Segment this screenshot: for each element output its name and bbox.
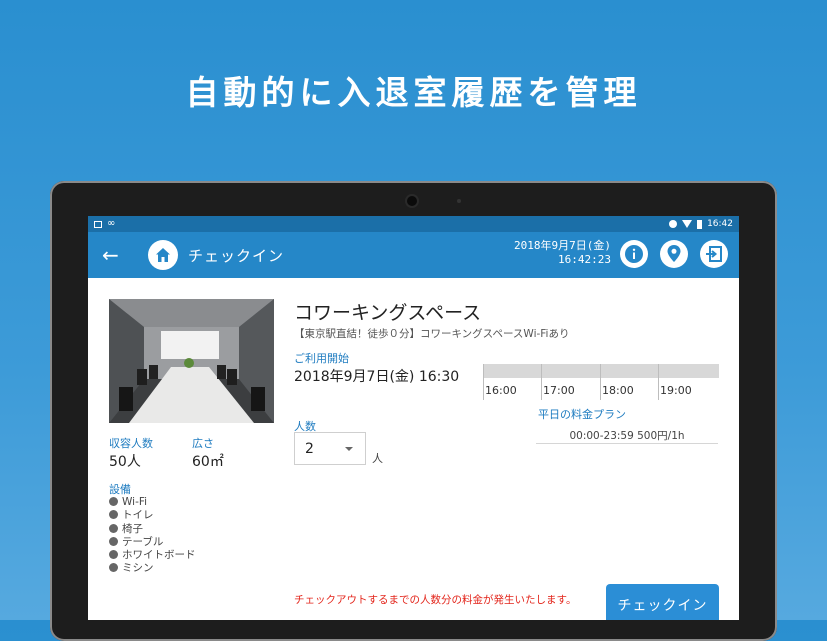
bullet-icon [109,523,118,533]
bullet-icon [109,536,118,546]
space-name: コワーキングスペース [294,302,482,324]
room-photo [109,299,274,423]
timeline-label: 16:00 [485,384,517,397]
equipment-list: Wi-Fi トイレ 椅子 テーブル ホワイトボード ミシン [109,496,196,576]
app-bar: ← チェックイン 2018年9月7日(金) 16:42:23 [88,232,739,278]
checkin-button[interactable]: チェックイン [606,584,719,620]
info-button[interactable] [620,240,648,268]
current-date: 2018年9月7日(金) [514,239,611,252]
area-value: 60㎡ [192,454,224,470]
list-item: テーブル [109,536,196,549]
main-content: 収容人数 50人 広さ 60㎡ 設備 Wi-Fi トイレ 椅子 テーブル ホワイ… [88,278,739,620]
list-item: トイレ [109,509,196,522]
timeline-tick [658,364,659,400]
people-count-value: 2 [305,440,314,457]
list-item: ホワイトボード [109,549,196,562]
charge-notice: チェックアウトするまでの人数分の料金が発生いたします。 [294,594,577,606]
location-button[interactable] [660,240,688,268]
bullet-icon [109,510,118,520]
tablet-screen: ∞ 16:42 ← チェックイン 2018年9月7日(金) 16:42:23 収… [88,216,739,620]
exit-button[interactable] [700,240,728,268]
space-description: 【東京駅直結！徒歩０分】コワーキングスペースWi-Fiあり [294,328,570,340]
list-item: ミシン [109,562,196,575]
image-notification-icon [94,220,102,228]
datetime-display: 2018年9月7日(金) 16:42:23 [514,239,611,267]
people-count-select[interactable]: 2 [294,432,366,465]
home-icon [156,248,170,262]
current-time: 16:42:23 [558,253,611,266]
area-label: 広さ [192,437,214,450]
location-pin-icon [667,245,681,262]
equipment-label: 設備 [109,483,131,496]
capacity-label: 収容人数 [109,437,153,450]
people-unit: 人 [372,452,383,465]
start-label: ご利用開始 [294,352,349,365]
bullet-icon [109,563,118,573]
headline: 自動的に入退室履歴を管理 [185,73,642,112]
timeline-tick [600,364,601,400]
back-arrow-icon[interactable]: ← [102,243,124,267]
timeline-label: 19:00 [660,384,692,397]
do-not-disturb-icon [669,220,678,228]
info-icon [625,245,643,263]
page-title: チェックイン [188,246,285,265]
time-timeline: 16:00 17:00 18:00 19:00 [483,364,719,400]
chevron-down-icon [345,447,353,451]
capacity-value: 50人 [109,454,141,470]
exit-icon [706,246,722,262]
timeline-label: 17:00 [543,384,575,397]
battery-icon [697,219,703,229]
divider [536,443,718,444]
timeline-tick [483,364,484,400]
sensor-dot [457,199,461,203]
home-button[interactable] [148,240,178,270]
price-plan-label: 平日の料金プラン [538,408,626,421]
camera-icon [407,196,417,206]
timeline-tick [541,364,542,400]
infinity-icon: ∞ [107,218,116,229]
wifi-icon [682,220,693,228]
timeline-bar [483,364,719,378]
bullet-icon [109,497,118,506]
status-bar: ∞ 16:42 [88,216,739,232]
start-datetime: 2018年9月7日(金) 16:30 [294,369,460,385]
list-item: Wi-Fi [109,496,196,509]
timeline-label: 18:00 [602,384,634,397]
bullet-icon [109,550,118,560]
list-item: 椅子 [109,523,196,536]
status-time: 16:42 [707,219,733,229]
price-plan-row: 00:00-23:59 500円/1h [569,430,685,442]
